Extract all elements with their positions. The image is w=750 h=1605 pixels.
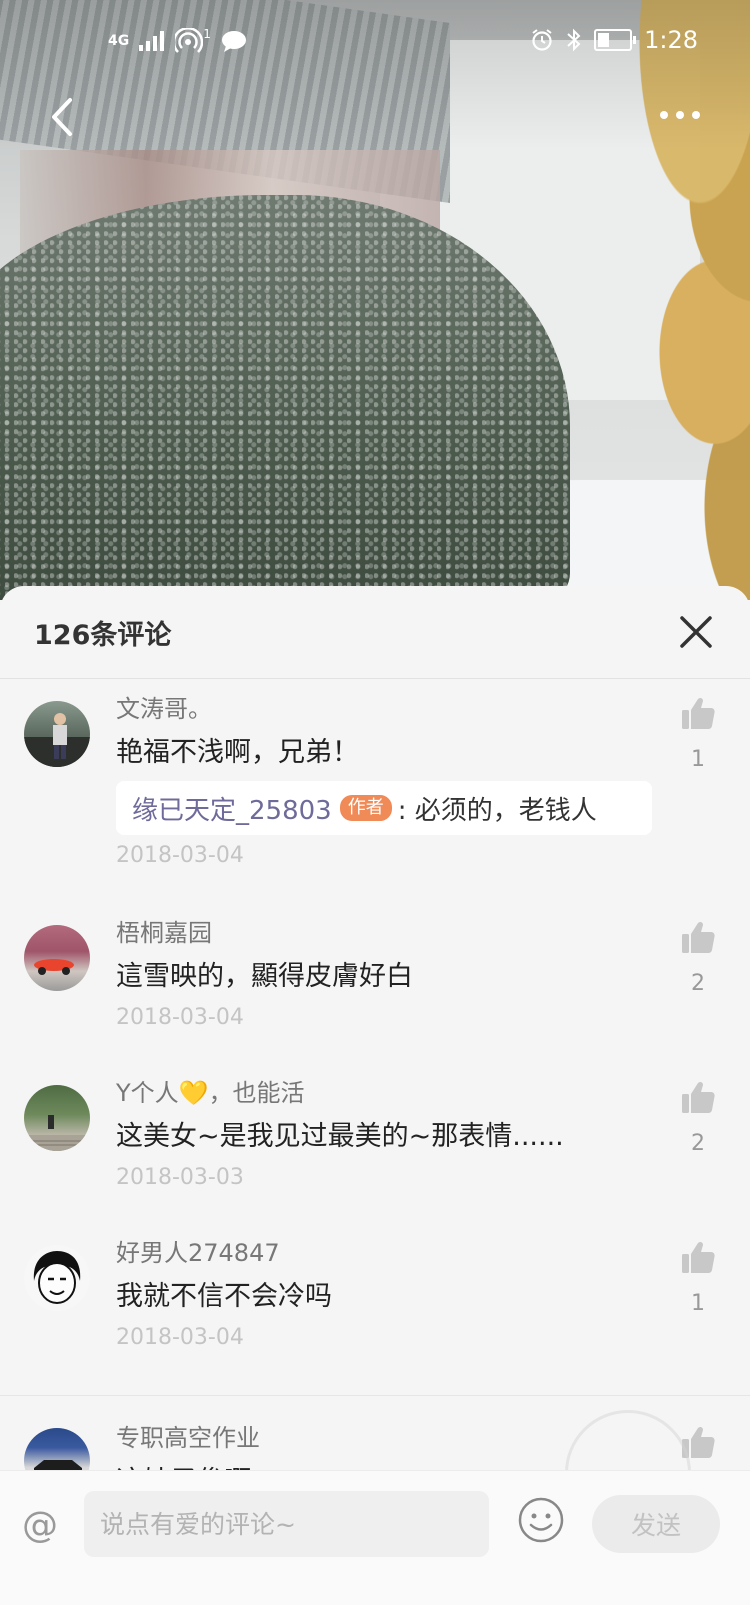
thumbs-up-icon [682, 1241, 715, 1273]
comment-item: 文涛哥。 艳福不浅啊，兄弟！ 缘已天定_25803 作者 : 必须的，老钱人 2… [0, 691, 750, 915]
comment-item: 好男人274847 我就不信不会冷吗 2018-03-04 1 [0, 1235, 750, 1396]
comment-date: 2018-03-04 [116, 1325, 244, 1350]
thumbs-up-icon [682, 1081, 715, 1113]
avatar[interactable] [24, 701, 90, 767]
comment-input-bar: @ 发送 [0, 1470, 750, 1605]
chevron-left-icon [52, 98, 72, 136]
like-button[interactable]: 1 [676, 695, 720, 772]
message-icon [221, 31, 246, 52]
battery-icon [594, 29, 637, 51]
video-background[interactable] [0, 0, 750, 600]
reply-box[interactable]: 缘已天定_25803 作者 : 必须的，老钱人 [116, 781, 652, 835]
comment-text[interactable]: 艳福不浅啊，兄弟！ [116, 733, 650, 773]
comment-author[interactable]: Y个人💛，也能活 [116, 1075, 650, 1111]
mention-button[interactable]: @ [22, 1505, 58, 1546]
network-label: 4G [108, 33, 130, 49]
dot-icon [676, 111, 684, 119]
like-count: 2 [691, 1131, 705, 1156]
like-button[interactable]: 2 [676, 1079, 720, 1156]
comment-date: 2018-03-03 [116, 1165, 244, 1190]
send-button[interactable]: 发送 [592, 1495, 720, 1553]
emoji-button[interactable] [516, 1495, 566, 1545]
dot-icon [692, 111, 700, 119]
author-badge: 作者 [339, 795, 392, 821]
status-bar: 4G 1 1:28 [0, 0, 750, 84]
hotspot-icon [175, 28, 204, 53]
like-button[interactable]: 2 [676, 919, 720, 996]
like-count: 2 [691, 971, 705, 996]
comment-date: 2018-03-04 [116, 1005, 244, 1030]
like-count: 1 [691, 747, 705, 772]
dot-icon [660, 111, 668, 119]
comment-count-title: 126条评论 [34, 619, 172, 651]
comment-author[interactable]: 好男人274847 [116, 1235, 650, 1271]
comment-date: 2018-03-04 [116, 843, 244, 868]
avatar[interactable] [24, 1085, 90, 1151]
thumbs-up-icon [682, 697, 715, 729]
bluetooth-icon [567, 28, 581, 52]
hotspot-count: 1 [203, 27, 211, 41]
comment-input[interactable] [84, 1491, 489, 1557]
more-options-button[interactable] [650, 100, 710, 130]
smiley-icon [518, 1497, 564, 1543]
alarm-icon [532, 29, 552, 51]
back-button[interactable] [40, 92, 90, 142]
avatar[interactable] [24, 1245, 90, 1311]
yellow-heart-icon: 💛 [178, 1079, 209, 1107]
author-name-suffix: ，也能活 [208, 1079, 305, 1107]
comment-item: 梧桐嘉园 這雪映的，顯得皮膚好白 2018-03-04 2 [0, 915, 750, 1075]
like-count: 1 [691, 1291, 705, 1316]
comment-text[interactable]: 这美女~是我见过最美的~那表情...... [116, 1117, 650, 1157]
status-time: 1:28 [644, 26, 698, 54]
comment-text[interactable]: 這雪映的，顯得皮膚好白 [116, 957, 650, 997]
avatar[interactable] [24, 925, 90, 991]
author-name-prefix: Y个人 [116, 1079, 179, 1107]
comment-item: Y个人💛，也能活 这美女~是我见过最美的~那表情...... 2018-03-0… [0, 1075, 750, 1235]
sheet-header: 126条评论 [0, 586, 750, 679]
close-button[interactable] [674, 610, 718, 654]
signal-icon [139, 31, 165, 51]
reply-text: : 必须的，老钱人 [397, 795, 597, 826]
comment-author[interactable]: 梧桐嘉园 [116, 915, 650, 951]
close-icon [680, 616, 712, 648]
thumbs-up-icon [682, 921, 715, 953]
comment-text[interactable]: 我就不信不会冷吗 [116, 1277, 650, 1317]
reply-author[interactable]: 缘已天定_25803 [132, 790, 332, 827]
comment-author[interactable]: 文涛哥。 [116, 691, 650, 727]
like-button[interactable]: 1 [676, 1239, 720, 1316]
